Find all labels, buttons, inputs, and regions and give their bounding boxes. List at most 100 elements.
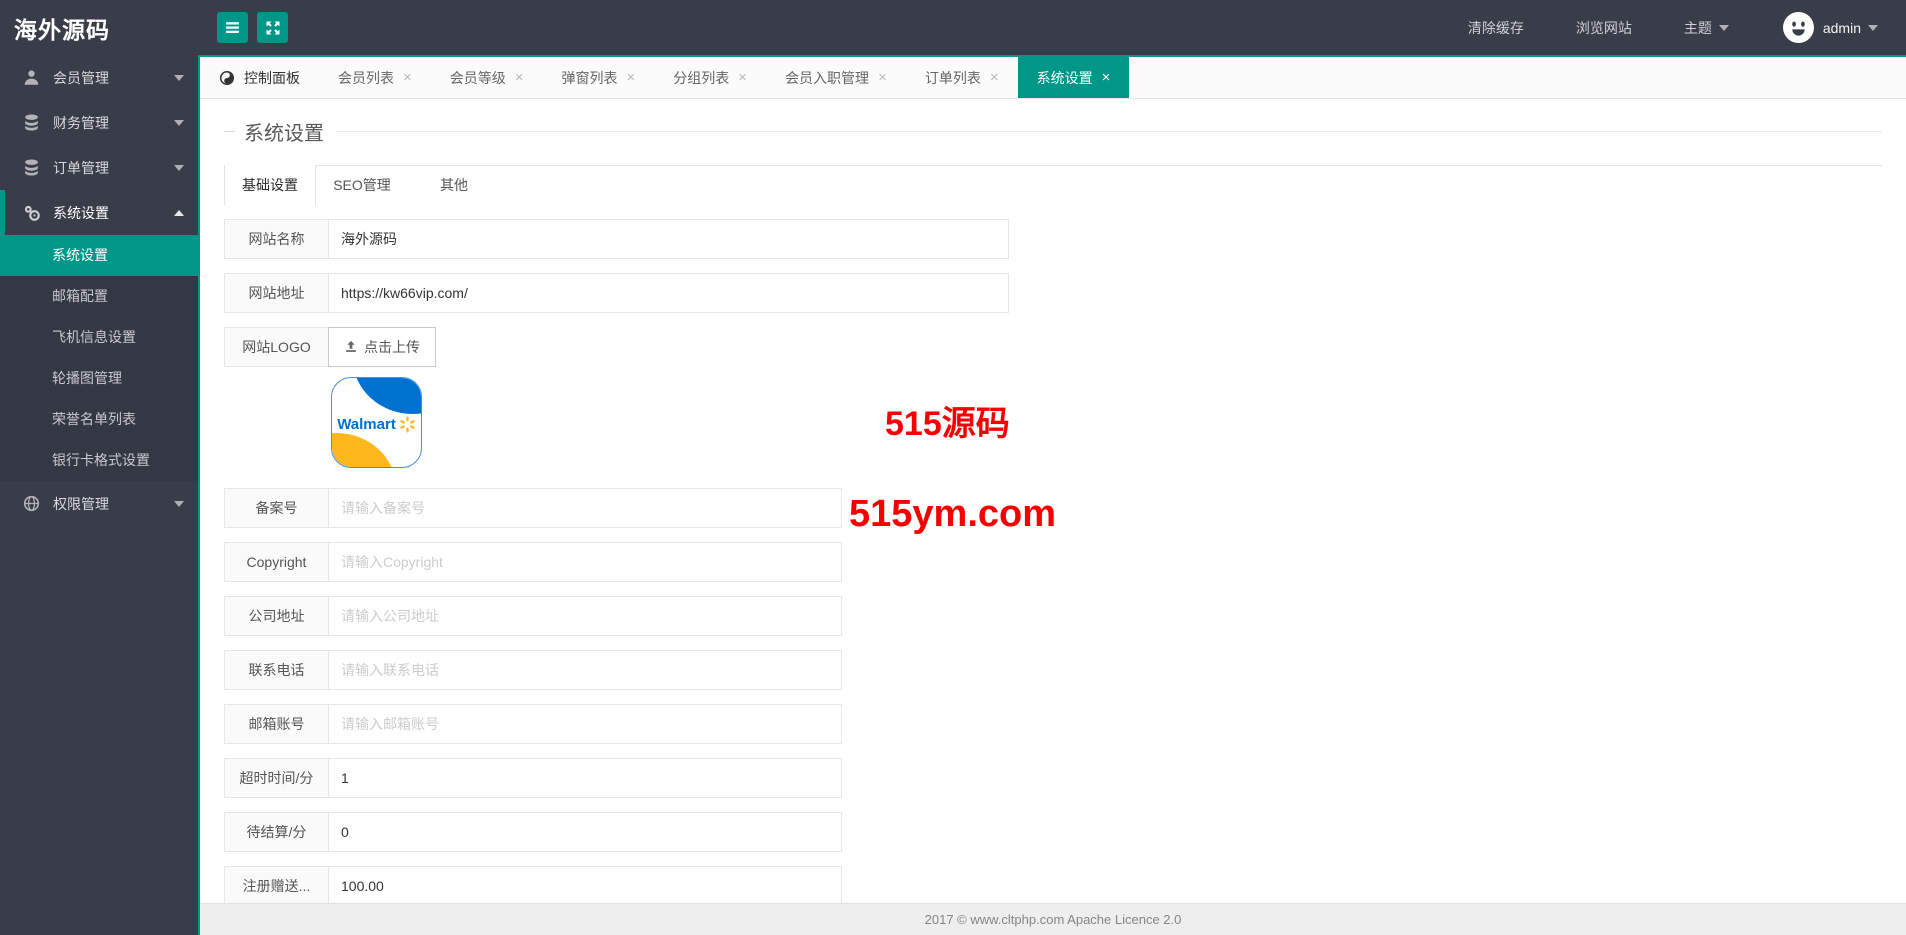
email-account-input[interactable]	[328, 704, 842, 744]
sidebar-subitem-honor-list[interactable]: 荣誉名单列表	[0, 399, 198, 440]
page-footer: 2017 © www.cltphp.com Apache Licence 2.0	[200, 903, 1906, 935]
smiley-face-icon	[1783, 13, 1813, 42]
close-icon[interactable]: ×	[738, 70, 747, 85]
form-row-copyright: Copyright	[224, 542, 1882, 582]
close-icon[interactable]: ×	[1102, 70, 1111, 85]
database-icon	[25, 159, 38, 176]
walmart-wordmark: Walmart	[337, 416, 396, 433]
title-rule	[336, 130, 1882, 132]
tab-label: 会员入职管理	[785, 69, 870, 86]
collapse-sidebar-button[interactable]	[217, 12, 248, 43]
tab-popup-list[interactable]: 弹窗列表 ×	[543, 57, 655, 98]
tab-order-list[interactable]: 订单列表 ×	[906, 57, 1018, 98]
contact-phone-input[interactable]	[328, 650, 842, 690]
sidebar-item-order-management[interactable]: 订单管理	[0, 145, 198, 190]
tab-label: 会员列表	[338, 69, 394, 86]
icp-number-input[interactable]	[328, 488, 842, 528]
hamburger-icon	[226, 22, 239, 34]
database-icon	[25, 114, 38, 131]
pending-settlement-input[interactable]	[328, 812, 842, 852]
tab-basic-settings[interactable]: 基础设置	[224, 165, 316, 205]
close-icon[interactable]: ×	[403, 70, 412, 85]
sidebar-subitem-email-config[interactable]: 邮箱配置	[0, 276, 198, 317]
sidebar-subitem-telegram-info[interactable]: 飞机信息设置	[0, 317, 198, 358]
form-row-timeout-minutes: 超时时间/分	[224, 758, 1882, 798]
sidebar: 会员管理 财务管理 订单管理 系统设置 系统设置 邮箱配置 飞机信息设置 轮播图…	[0, 55, 198, 935]
sidebar-item-system-settings[interactable]: 系统设置	[0, 190, 198, 235]
chevron-up-icon	[174, 209, 184, 216]
sidebar-item-label: 财务管理	[53, 114, 109, 131]
clear-cache-button[interactable]: 清除缓存	[1442, 18, 1550, 38]
site-url-input[interactable]	[328, 273, 1009, 313]
upload-button[interactable]: 点击上传	[328, 327, 436, 367]
copyright-input[interactable]	[328, 542, 842, 582]
sidebar-item-member-management[interactable]: 会员管理	[0, 55, 198, 100]
chevron-down-icon	[174, 164, 184, 171]
upload-button-label: 点击上传	[364, 339, 420, 355]
tab-member-list[interactable]: 会员列表 ×	[319, 57, 431, 98]
tab-other[interactable]: 其他	[408, 165, 500, 205]
tab-system-settings[interactable]: 系统设置 ×	[1017, 57, 1130, 98]
register-bonus-input[interactable]	[328, 866, 842, 903]
form-row-email-account: 邮箱账号	[224, 704, 1882, 744]
main-area: 控制面板 会员列表 × 会员等级 × 弹窗列表 × 分组列表 × 会员入职管理 …	[198, 55, 1906, 935]
chevron-down-icon	[174, 119, 184, 126]
tab-member-onboarding[interactable]: 会员入职管理 ×	[766, 57, 906, 98]
tab-member-level[interactable]: 会员等级 ×	[431, 57, 543, 98]
tab-label: 会员等级	[449, 69, 506, 86]
sidebar-item-label: 权限管理	[53, 495, 109, 512]
field-label: 邮箱账号	[224, 704, 329, 744]
page-content: 系统设置 基础设置 SEO管理 其他 网站名称 网站地址 网站LOGO	[200, 99, 1906, 903]
chevron-down-icon	[174, 74, 184, 81]
field-label: Copyright	[224, 542, 329, 582]
theme-label: 主题	[1683, 19, 1712, 36]
sidebar-submenu-system-settings: 系统设置 邮箱配置 飞机信息设置 轮播图管理 荣誉名单列表 银行卡格式设置	[0, 235, 198, 481]
tab-group-list[interactable]: 分组列表 ×	[654, 57, 766, 98]
sidebar-subitem-bankcard-format[interactable]: 银行卡格式设置	[0, 440, 198, 481]
form-row-company-address: 公司地址	[224, 596, 1882, 636]
fullscreen-button[interactable]	[257, 12, 288, 43]
gear-icon	[24, 205, 40, 221]
form-row-site-logo: 网站LOGO 点击上传	[224, 327, 1882, 367]
close-icon[interactable]: ×	[878, 70, 887, 85]
site-name-input[interactable]	[328, 219, 1009, 259]
sidebar-subitem-system-settings[interactable]: 系统设置	[0, 235, 198, 276]
top-header: 海外源码 清除缓存 浏览网站 主题 admin	[0, 0, 1906, 55]
close-icon[interactable]: ×	[627, 70, 636, 85]
settings-form: 网站名称 网站地址 网站LOGO 点击上传	[224, 219, 1882, 903]
person-icon	[24, 70, 39, 85]
walmart-yellow-shape	[332, 433, 396, 467]
tab-label: 分组列表	[673, 69, 730, 86]
footer-text: 2017 © www.cltphp.com Apache Licence 2.0	[924, 912, 1182, 927]
sidebar-subitem-carousel-management[interactable]: 轮播图管理	[0, 358, 198, 399]
watermark-text-1: 515源码	[885, 405, 1010, 443]
form-row-site-url: 网站地址	[224, 273, 1882, 313]
tab-dashboard[interactable]: 控制面板	[200, 57, 319, 98]
site-logo-preview[interactable]: Walmart	[331, 377, 422, 468]
sidebar-item-permission-management[interactable]: 权限管理	[0, 481, 198, 526]
sidebar-item-finance-management[interactable]: 财务管理	[0, 100, 198, 145]
company-address-input[interactable]	[328, 596, 842, 636]
username: admin	[1822, 19, 1861, 36]
tab-seo-management[interactable]: SEO管理	[316, 165, 408, 205]
chevron-down-icon	[1718, 24, 1729, 31]
page-title: 系统设置	[244, 122, 324, 145]
dashboard-icon	[219, 70, 235, 85]
close-icon[interactable]: ×	[515, 70, 524, 85]
walmart-blue-shape	[353, 378, 421, 414]
app-logo: 海外源码	[14, 16, 110, 43]
tab-label: 订单列表	[924, 69, 981, 86]
user-menu[interactable]: admin	[1823, 20, 1878, 36]
theme-dropdown[interactable]: 主题	[1658, 18, 1755, 38]
field-label: 公司地址	[224, 596, 329, 636]
page-title-row: 系统设置	[224, 117, 1882, 145]
title-dash	[224, 130, 235, 132]
avatar[interactable]	[1782, 12, 1814, 43]
field-label: 待结算/分	[224, 812, 329, 852]
settings-tabs: 基础设置 SEO管理 其他	[224, 165, 1882, 205]
chevron-down-icon	[1868, 24, 1878, 31]
tab-label: 弹窗列表	[561, 69, 618, 86]
close-icon[interactable]: ×	[990, 70, 999, 85]
timeout-minutes-input[interactable]	[328, 758, 842, 798]
browse-site-button[interactable]: 浏览网站	[1550, 18, 1658, 38]
